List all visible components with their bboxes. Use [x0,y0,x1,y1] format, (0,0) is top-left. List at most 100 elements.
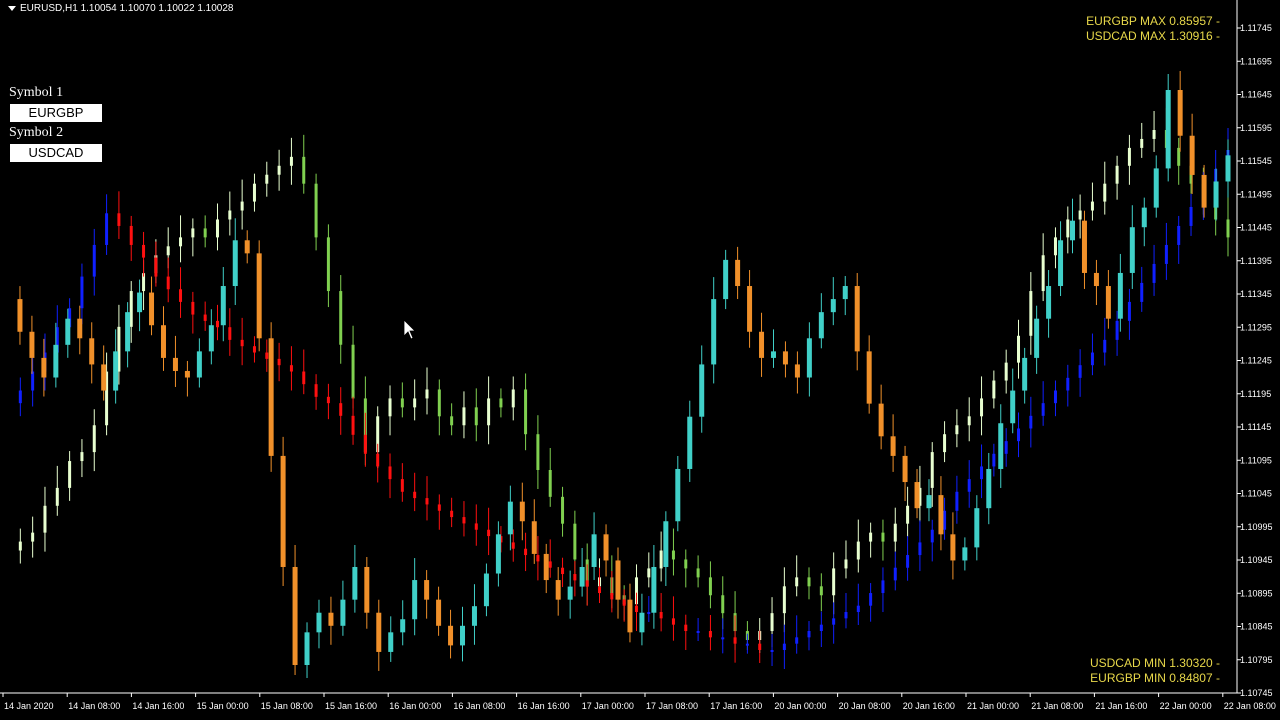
candle-body [1115,320,1119,340]
candle-body [721,595,725,614]
candle-body [955,425,959,435]
candle-body [906,555,910,568]
candle-body [806,338,812,378]
candle-body [992,453,996,467]
candle-body [1140,282,1144,302]
candle-body [129,291,133,327]
candle-body [92,425,96,453]
candle-body [351,415,355,435]
y-tick-label: 1.10845 [1240,622,1273,632]
x-tick-label: 16 Jan 00:00 [389,701,441,711]
candle-body [615,560,621,600]
candle-body [524,389,528,435]
candle-body [1152,263,1156,283]
candle-body [986,468,992,509]
candle-body [699,364,705,417]
candle-body [1177,225,1181,245]
candle-body [400,619,406,633]
candle-body [1004,362,1008,381]
candle-body [659,550,663,569]
x-tick-label: 17 Jan 00:00 [582,701,634,711]
candle-body [943,510,947,530]
candle-body [450,416,454,426]
symbol1-input[interactable]: EURGBP [10,104,102,122]
candle-body [215,219,219,238]
candle-body [1225,155,1231,182]
candle-body [228,327,232,340]
candle-body [507,501,513,535]
candle-body [1041,403,1045,416]
info-usdcad-min: USDCAD MIN 1.30320 - [1089,656,1220,670]
info-eurgbp-min: EURGBP MIN 0.84807 - [1090,671,1220,685]
candle-body [881,580,885,594]
candle-body [938,495,944,535]
x-tick-label: 21 Jan 00:00 [967,701,1019,711]
candle-body [289,156,293,166]
candle-body [684,624,688,632]
y-tick-label: 1.11045 [1240,489,1272,499]
candle-body [1213,181,1219,208]
candle-body [1053,237,1057,256]
candle-body [980,398,984,417]
candle-body [524,548,528,556]
y-tick-label: 1.11645 [1240,90,1272,100]
candle-body [1029,291,1033,336]
candle-body [1090,352,1094,366]
candle-body [735,259,741,287]
candle-body [844,612,848,619]
candle-body [240,339,244,347]
candle-body [436,599,442,626]
candle-body [943,434,947,453]
candle-body [326,237,330,292]
candle-body [413,491,417,499]
candle-body [536,555,540,562]
x-tick-label: 20 Jan 08:00 [839,701,891,711]
y-tick-label: 1.11695 [1240,56,1272,66]
candle-body [1078,210,1082,220]
candle-body [252,346,256,353]
y-tick-label: 1.11495 [1240,189,1272,199]
y-tick-label: 1.10745 [1240,688,1273,698]
candle-body [68,461,72,488]
candle-body [412,580,418,620]
candle-body [869,593,873,606]
candle-body [890,436,896,456]
candle-body [1115,165,1119,184]
candle-body [866,351,872,404]
candle-body [711,299,717,365]
symbol2-input[interactable]: USDCAD [10,144,102,162]
candle-body [1046,286,1052,319]
candle-body [1141,207,1147,228]
candle-body [819,586,823,596]
chart-menu-triangle-icon[interactable] [8,5,16,11]
candle-body [1201,174,1207,208]
candle-body [747,286,753,332]
candle-body [651,566,657,613]
candle-body [598,586,602,594]
candle-body [80,452,84,462]
candle-body [149,292,155,326]
candle-body [55,487,59,506]
y-tick-label: 1.11145 [1240,422,1271,432]
candle-body [339,291,343,345]
candle-body [292,566,298,665]
candle-body [1127,147,1131,166]
candle-body [696,631,700,634]
y-tick-label: 1.11295 [1240,322,1272,332]
candle-body [280,455,286,567]
candle-body [992,380,996,399]
candle-body [1090,201,1094,211]
x-tick-label: 17 Jan 08:00 [646,701,698,711]
candle-body [684,559,688,569]
candle-body [92,244,96,277]
candle-body [1164,244,1168,264]
candle-body [302,371,306,385]
candle-body [634,605,638,613]
chart-canvas[interactable]: 1.11745 1.11695 1.11645 1.11595 1.11545 1.114… [0,0,1280,720]
candle-body [77,318,83,339]
x-tick-label: 22 Jan 00:00 [1160,701,1212,711]
symbol1-label: Symbol 1 [9,85,64,100]
candle-body [289,365,293,372]
candle-body [770,650,774,652]
candle-body [536,434,540,470]
